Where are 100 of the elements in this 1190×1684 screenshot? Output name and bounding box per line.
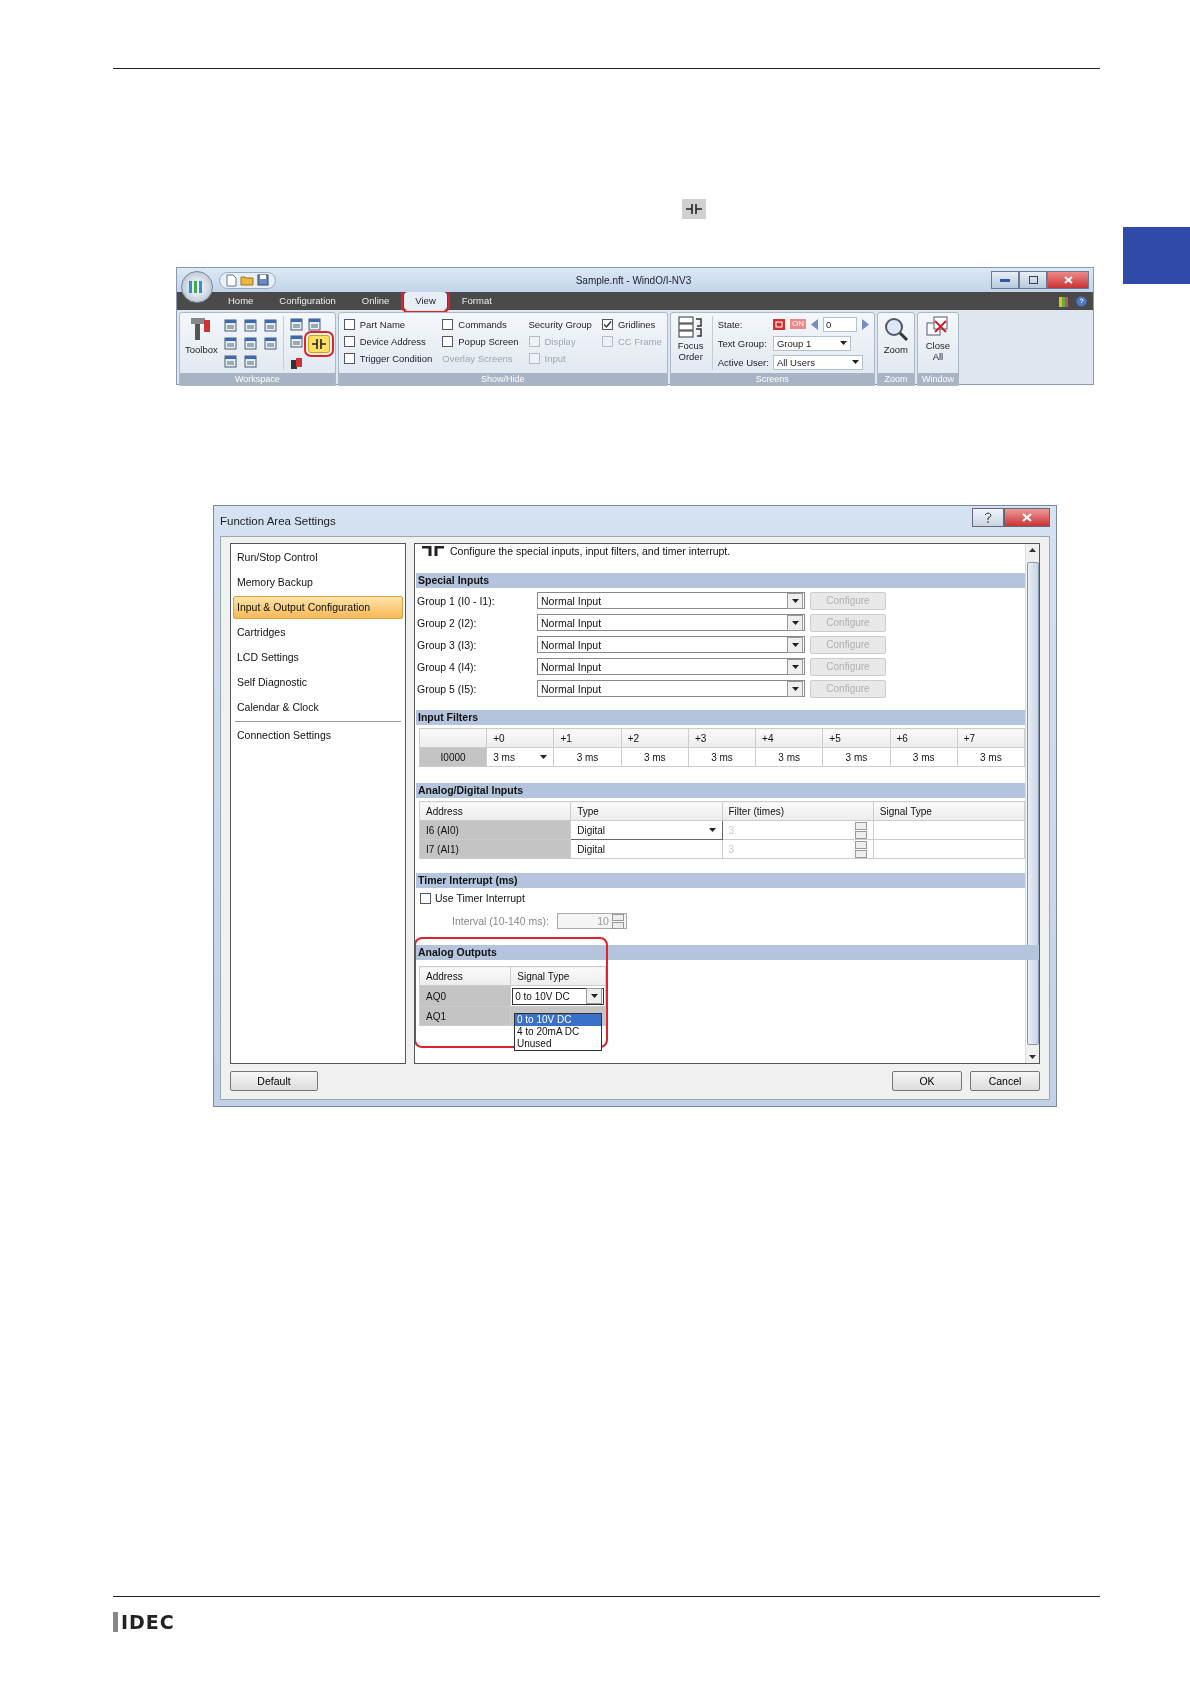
group-label: Window: [917, 373, 958, 385]
ribbon-tab[interactable]: Home: [217, 292, 265, 310]
caret-icon: [839, 341, 847, 345]
tools-icon[interactable]: [289, 357, 303, 370]
section-header: Special Inputs: [416, 573, 1025, 588]
close-button[interactable]: [1004, 507, 1050, 527]
new-file-icon[interactable]: [226, 273, 237, 287]
ribbon-tab[interactable]: View: [404, 292, 447, 310]
scroll-up-icon[interactable]: [1029, 548, 1036, 552]
caret-icon: [791, 620, 799, 625]
option-label: Trigger Condition: [359, 352, 433, 364]
window-icon[interactable]: [289, 318, 303, 331]
filter-dropdown[interactable]: 3 ms: [486, 747, 554, 767]
contact-icon: [422, 546, 444, 556]
column-header: Address: [419, 801, 571, 821]
window-icon[interactable]: [243, 355, 257, 368]
checkbox[interactable]: [343, 335, 355, 347]
right-arrow-icon[interactable]: [861, 318, 869, 330]
left-arrow-icon[interactable]: [810, 318, 818, 330]
contact-icon: [682, 199, 706, 219]
table-cell: 3 ms: [755, 747, 823, 767]
table-cell: Digital: [570, 839, 722, 859]
description-text: Configure the special inputs, input filters, and timer interrupt.: [450, 545, 731, 557]
window-title: Sample.nft - WindO/I-NV3: [574, 274, 693, 286]
section-header: Input Filters: [416, 710, 1025, 725]
section-header: Timer Interrupt (ms): [416, 873, 1025, 888]
column-header: +5: [822, 728, 891, 748]
scroll-down-icon[interactable]: [1029, 1055, 1036, 1059]
cancel-button[interactable]: Cancel: [970, 1071, 1040, 1091]
close-button[interactable]: [1047, 271, 1089, 289]
checkbox[interactable]: [442, 318, 454, 330]
window-icon[interactable]: [289, 335, 303, 348]
checkbox[interactable]: [343, 318, 355, 330]
category-item[interactable]: Input & Output Configuration: [233, 596, 403, 619]
maximize-button[interactable]: [1019, 271, 1047, 289]
option-label: Security Group: [528, 318, 592, 330]
window-icon[interactable]: [243, 319, 257, 332]
window-icon[interactable]: [263, 319, 277, 332]
close-all-button[interactable]: Close All: [922, 316, 953, 370]
close-windows-icon: [925, 316, 950, 338]
checkbox[interactable]: [601, 318, 613, 330]
caret-icon: [708, 828, 716, 832]
default-button[interactable]: Default: [230, 1071, 318, 1091]
focus-order-button[interactable]: Focus Order: [675, 316, 706, 370]
caret-icon: [791, 686, 799, 691]
save-icon[interactable]: [257, 273, 269, 286]
dropdown-option[interactable]: Unused: [515, 1038, 601, 1050]
toolbox-button[interactable]: Toolbox: [185, 316, 218, 370]
help-button[interactable]: [972, 507, 1004, 527]
type-dropdown[interactable]: Digital: [570, 820, 722, 840]
caret-icon: [851, 360, 859, 364]
category-item[interactable]: Calendar & Clock: [233, 696, 403, 719]
text-group-dropdown[interactable]: Group 1: [772, 335, 851, 351]
option-label: Device Address: [359, 335, 426, 347]
column-header: Signal Type: [510, 966, 606, 986]
dropdown-option[interactable]: 0 to 10V DC: [515, 1014, 601, 1026]
window-icon[interactable]: [223, 319, 237, 332]
company-logo: IDEC: [113, 1611, 175, 1633]
table-cell: 3 ms: [890, 747, 958, 767]
signal-type-dropdown[interactable]: 0 to 10V DC: [512, 987, 604, 1005]
close-icon: [1022, 512, 1032, 522]
category-item[interactable]: Cartridges: [233, 621, 403, 644]
checkbox[interactable]: [343, 352, 355, 364]
section-header: Analog/Digital Inputs: [416, 783, 1025, 798]
state-number-field[interactable]: 0: [822, 316, 857, 332]
checkbox[interactable]: [420, 892, 431, 904]
column-header: Filter (times): [722, 801, 874, 821]
category-item[interactable]: Memory Backup: [233, 571, 403, 594]
column-header: Signal Type: [873, 801, 1025, 821]
category-item[interactable]: LCD Settings: [233, 646, 403, 669]
option-label: Overlay Screens: [442, 352, 514, 364]
column-header: +7: [957, 728, 1025, 748]
caret-icon: [590, 994, 598, 998]
ribbon-tab[interactable]: Format: [450, 292, 503, 310]
help-icon[interactable]: [1076, 295, 1087, 307]
window-icon[interactable]: [223, 355, 237, 368]
checkbox[interactable]: [442, 335, 454, 347]
scrollbar[interactable]: [1025, 544, 1039, 1063]
category-item[interactable]: Connection Settings: [233, 724, 403, 747]
field-label: Group 5 (I5):: [417, 682, 478, 695]
zoom-button[interactable]: Zoom: [882, 316, 909, 370]
ok-button[interactable]: OK: [892, 1071, 962, 1091]
option-label: Input: [544, 352, 566, 364]
field-label: Group 2 (I2):: [417, 616, 478, 629]
column-header: +4: [755, 728, 823, 748]
window-icon[interactable]: [243, 337, 257, 350]
minimize-button[interactable]: [991, 271, 1019, 289]
window-icon[interactable]: [307, 318, 321, 331]
dropdown-option[interactable]: 4 to 20mA DC: [515, 1026, 601, 1038]
app-menu-button[interactable]: [181, 271, 213, 303]
row-header: AQ0: [419, 985, 511, 1007]
category-item[interactable]: Self Diagnostic: [233, 671, 403, 694]
books-icon[interactable]: [1058, 295, 1070, 307]
state-icon[interactable]: [772, 318, 785, 330]
ribbon-tab[interactable]: Configuration: [268, 292, 347, 310]
window-icon[interactable]: [223, 337, 237, 350]
category-item[interactable]: Run/Stop Control: [233, 546, 403, 569]
window-icon[interactable]: [263, 337, 277, 350]
active-user-dropdown[interactable]: All Users: [772, 354, 863, 370]
ribbon-tab[interactable]: Online: [350, 292, 401, 310]
